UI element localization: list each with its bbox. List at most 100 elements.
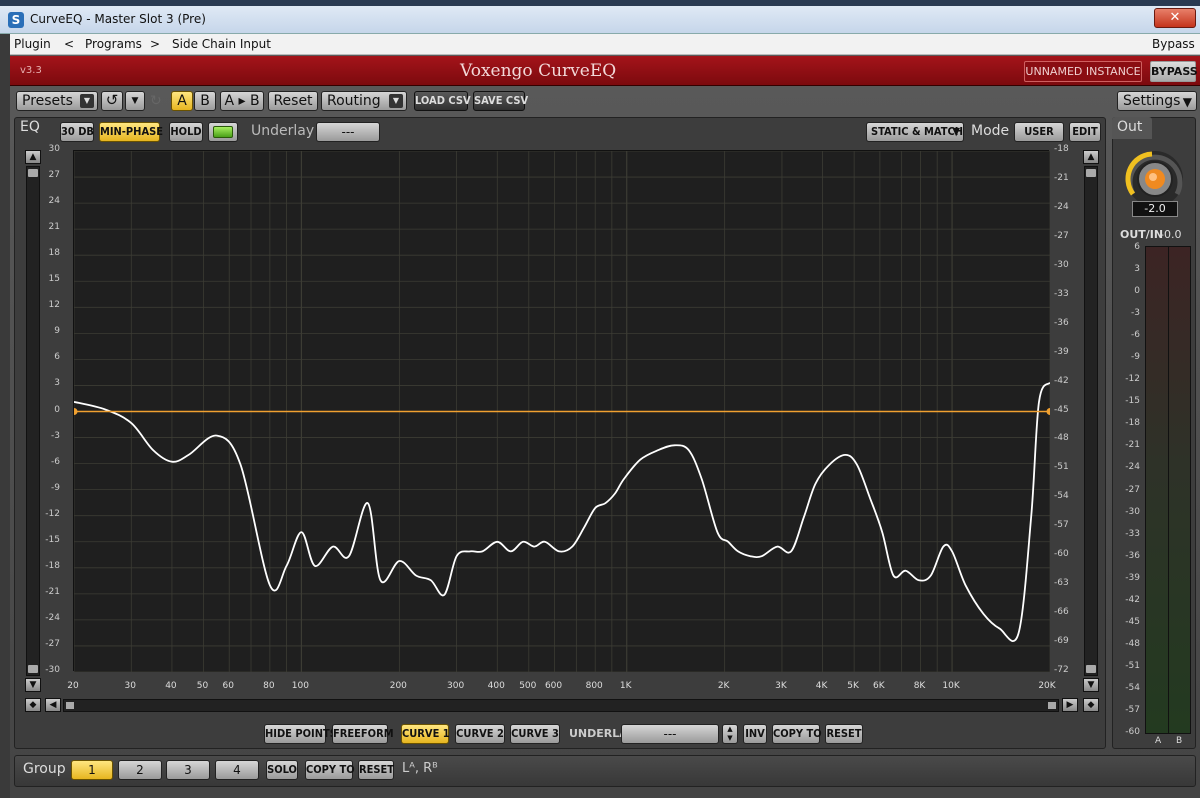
eq-graph-svg[interactable]	[70, 150, 1054, 673]
left-vertical-scrollbar[interactable]	[26, 166, 40, 676]
eq-graph[interactable]	[70, 150, 1054, 673]
min-phase-button[interactable]: MIN-PHASE	[99, 122, 163, 142]
menu-prev-program[interactable]: <	[64, 37, 74, 51]
redo-icon[interactable]: ↻	[150, 93, 166, 109]
curve-3-button[interactable]: CURVE 3	[510, 724, 560, 744]
frequency-tick-label: 6K	[873, 681, 885, 691]
undo-icon[interactable]: ↺	[101, 91, 123, 111]
app-icon: S	[8, 12, 24, 28]
scroll-right-icon[interactable]: ▶	[1062, 698, 1078, 712]
menu-bypass[interactable]: Bypass	[1152, 37, 1195, 51]
frequency-tick-label: 8K	[913, 681, 926, 691]
menu-sidechain[interactable]: Side Chain Input	[172, 37, 271, 51]
hold-led-toggle[interactable]	[208, 122, 238, 142]
db-tick-label: 30	[48, 144, 60, 154]
frequency-tick-label: 200	[389, 681, 407, 691]
frequency-tick-label: 500	[519, 681, 537, 691]
db-tick-label: -6	[51, 456, 60, 467]
scroll-thumb-right[interactable]	[1048, 702, 1056, 709]
reset-button[interactable]: Reset	[268, 91, 318, 111]
scroll-thumb-top[interactable]	[1086, 169, 1096, 177]
frequency-tick-label: 40	[165, 681, 177, 691]
db-tick-label: -51	[1054, 462, 1069, 473]
group-1-button[interactable]: 1	[71, 760, 113, 780]
curve-2-button[interactable]: CURVE 2	[455, 724, 505, 744]
underlay-curve-select[interactable]: ---	[621, 724, 719, 744]
settings-button[interactable]: Settings ▼	[1117, 91, 1197, 111]
load-csv-button[interactable]: LOAD CSV	[414, 91, 471, 111]
chevron-down-icon: ▼	[1182, 95, 1192, 109]
db-tick-label: -72	[1054, 665, 1069, 675]
mode-user-button[interactable]: USER	[1014, 122, 1064, 142]
scroll-thumb-bottom[interactable]	[1086, 665, 1096, 673]
save-csv-button[interactable]: SAVE CSV	[473, 91, 528, 111]
db-tick-label: -69	[1054, 636, 1069, 647]
history-dropdown-icon[interactable]: ▼	[125, 91, 145, 111]
bypass-button[interactable]: BYPASS	[1150, 61, 1198, 82]
zoom-diamond-icon[interactable]: ◆	[1083, 698, 1099, 712]
curve-reset-button[interactable]: RESET	[825, 724, 863, 744]
db-tick-label: -9	[51, 482, 60, 493]
freeform-button[interactable]: FREEFORM	[332, 724, 394, 744]
db-tick-label: 18	[48, 248, 60, 259]
frequency-tick-label: 80	[263, 681, 275, 691]
static-match-button[interactable]: STATIC & MATCH ▼	[866, 122, 964, 142]
routing-button[interactable]: Routing ▼	[321, 91, 407, 111]
frequency-tick-label: 400	[487, 681, 505, 691]
output-gain-value[interactable]: -2.0	[1132, 201, 1178, 217]
db-tick-label: 9	[54, 326, 60, 337]
menu-next-program[interactable]: >	[150, 37, 160, 51]
db-tick-label: 15	[48, 274, 60, 285]
frequency-tick-label: 800	[585, 681, 603, 691]
db-tick-label: 12	[48, 300, 60, 311]
close-button[interactable]: ✕	[1154, 8, 1196, 28]
scroll-left-icon[interactable]: ◀	[45, 698, 61, 712]
instance-name-button[interactable]: UNNAMED INSTANCE	[1024, 61, 1142, 82]
group-4-button[interactable]: 4	[215, 760, 259, 780]
db-tick-label: -57	[1054, 520, 1069, 531]
edit-button[interactable]: EDIT	[1069, 122, 1101, 142]
meter-tick-label: -30	[1125, 506, 1140, 517]
hold-button[interactable]: HOLD	[169, 122, 203, 142]
out-in-label: OUT/IN	[1120, 228, 1164, 241]
scroll-down-icon[interactable]: ▼	[25, 678, 41, 692]
window-titlebar: S CurveEQ - Master Slot 3 (Pre) ✕	[0, 6, 1200, 34]
presets-button[interactable]: Presets ▼	[16, 91, 98, 111]
meter-channel-a: A	[1155, 736, 1162, 746]
preset-b-button[interactable]: B	[194, 91, 216, 111]
scroll-thumb-left[interactable]	[66, 702, 74, 709]
frequency-tick-label: 300	[447, 681, 465, 691]
db-tick-label: 0	[54, 404, 60, 415]
underlay-select[interactable]: ---	[316, 122, 380, 142]
group-2-button[interactable]: 2	[118, 760, 162, 780]
group-copy-to-button[interactable]: COPY TO	[305, 760, 355, 780]
plugin-header: v3.3 Voxengo CurveEQ UNNAMED INSTANCE BY…	[10, 56, 1200, 86]
menu-plugin[interactable]: Plugin	[14, 37, 51, 51]
range-30db-button[interactable]: 30 DB	[60, 122, 94, 142]
horizontal-scrollbar[interactable]	[63, 699, 1059, 712]
copy-a-to-b-button[interactable]: A ▸ B	[220, 91, 264, 111]
group-3-button[interactable]: 3	[166, 760, 210, 780]
scroll-up-icon[interactable]: ▲	[1083, 150, 1099, 164]
frequency-tick-label: 3K	[775, 681, 787, 691]
hide-points-button[interactable]: HIDE POINTS	[264, 724, 337, 744]
out-in-value: -0.0	[1160, 228, 1182, 241]
group-reset-button[interactable]: RESET	[358, 760, 394, 780]
invert-button[interactable]: INV	[743, 724, 767, 744]
db-tick-label: -42	[1054, 375, 1069, 386]
output-gain-knob[interactable]	[1124, 150, 1186, 208]
frequency-tick-label: 100	[291, 681, 309, 691]
zoom-diamond-icon[interactable]: ◆	[25, 698, 41, 712]
solo-button[interactable]: SOLO	[266, 760, 298, 780]
curve-copy-to-button[interactable]: COPY TO	[772, 724, 822, 744]
updown-stepper-icon[interactable]: ▲ ▼	[722, 724, 738, 744]
frequency-tick-label: 5K	[847, 681, 859, 691]
db-tick-label: -33	[1054, 288, 1069, 299]
scroll-down-icon[interactable]: ▼	[1083, 678, 1099, 692]
channel-assignment: Lᴬ, Rᴮ	[402, 761, 438, 776]
curve-1-button[interactable]: CURVE 1	[401, 724, 450, 744]
preset-a-button[interactable]: A	[171, 91, 193, 111]
meter-tick-label: -39	[1125, 572, 1140, 583]
menu-programs[interactable]: Programs	[85, 37, 142, 51]
right-vertical-scrollbar[interactable]	[1084, 166, 1098, 676]
